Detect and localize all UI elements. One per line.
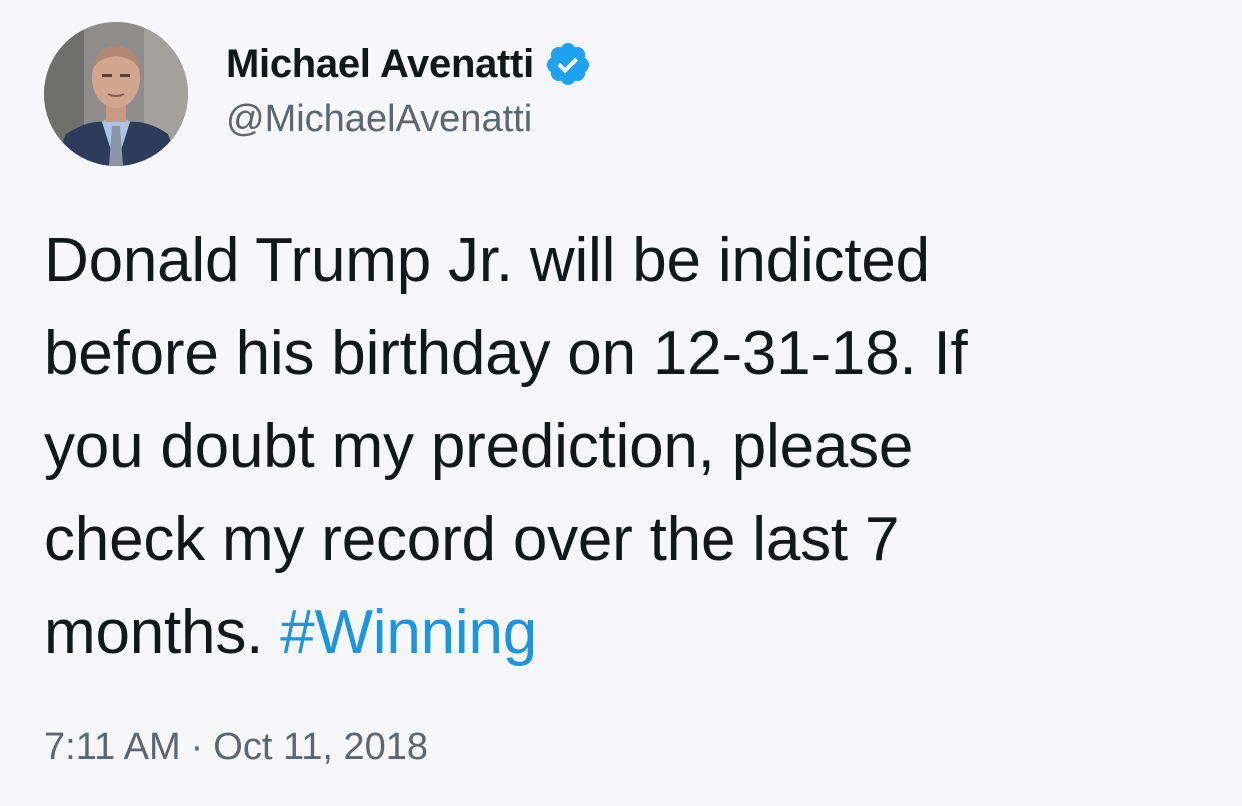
avatar[interactable]	[44, 22, 188, 166]
display-name[interactable]: Michael Avenatti	[226, 42, 534, 87]
tweet-text: Donald Trump Jr. will be indicted before…	[44, 214, 1194, 679]
tweet-text-line: check my record over the last 7	[44, 505, 900, 574]
profile-photo-icon	[44, 22, 188, 166]
tweet-text-line: Donald Trump Jr. will be indicted	[44, 226, 930, 295]
author-name-row: Michael Avenatti	[226, 36, 592, 92]
tweet-text-line: months.	[44, 598, 281, 667]
hashtag-link[interactable]: #Winning	[280, 598, 537, 667]
tweet-time: 7:11 AM	[44, 726, 181, 768]
tweet-text-line: before his birthday on 12-31-18. If	[44, 319, 968, 388]
tweet-card: Michael Avenatti @MichaelAvenatti Donald…	[0, 0, 1242, 806]
tweet-text-line: you doubt my prediction, please	[44, 412, 914, 481]
tweet-date: Oct 11, 2018	[213, 726, 429, 768]
separator-dot: ·	[190, 726, 204, 768]
author-handle[interactable]: @MichaelAvenatti	[226, 98, 532, 141]
tweet-timestamp[interactable]: 7:11 AM · Oct 11, 2018	[44, 726, 428, 769]
tweet-text-last-line: months. #Winning	[44, 586, 1194, 679]
verified-badge-icon	[544, 40, 592, 88]
